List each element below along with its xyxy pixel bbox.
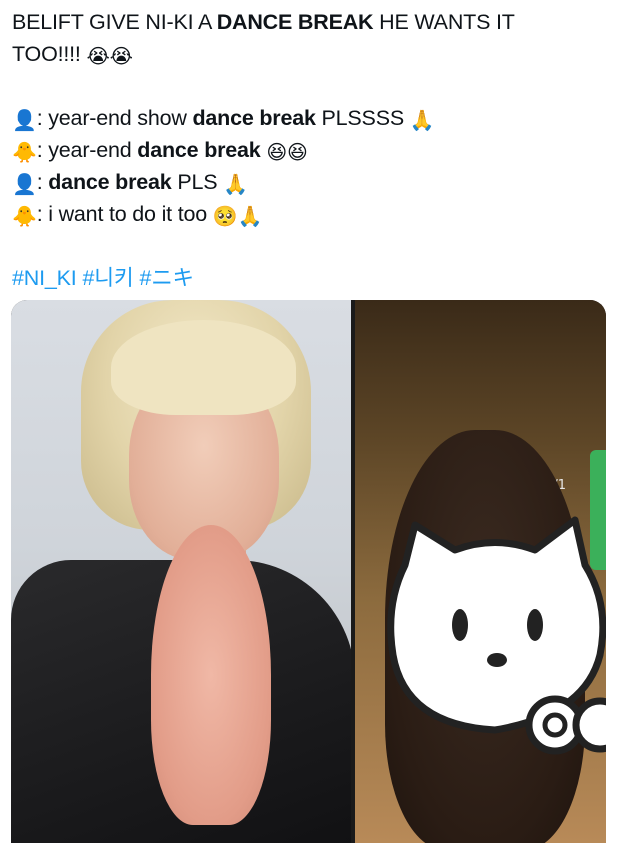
fringe-shape — [111, 320, 296, 415]
video-call-right-pane: 1/1 — [355, 300, 606, 843]
text-bold-segment: DANCE BREAK — [216, 10, 374, 34]
tweet: BELIFT GIVE NI-KI A DANCE BREAK HE WANTS… — [0, 0, 626, 843]
folded-hands-icon: 🙏 — [223, 172, 248, 196]
person-silhouette-icon: 👤 — [12, 108, 37, 132]
baby-chick-icon: 🐥 — [12, 140, 37, 164]
laughing-face-icon: 😆😆 — [266, 140, 308, 164]
text-bold-segment: dance break — [137, 138, 261, 162]
hashtag-link[interactable]: #NI_KI — [12, 266, 77, 290]
folded-hands-icon: 🙏 — [409, 108, 435, 132]
baby-chick-icon: 🐥 — [12, 204, 37, 228]
text-segment: : i want to do it too — [36, 202, 213, 226]
text-bold-segment: dance break — [192, 106, 316, 130]
person-silhouette-icon: 👤 — [12, 172, 37, 196]
hashtag-row: #NI_KI #니키 #ニキ — [12, 262, 612, 294]
tweet-text: BELIFT GIVE NI-KI A DANCE BREAK HE WANTS… — [12, 6, 612, 294]
hashtag-link[interactable]: #ニキ — [139, 266, 194, 290]
cat-sticker-icon — [387, 516, 606, 755]
praying-hands-shape — [151, 525, 271, 825]
pleading-face-icon: 🥺🙏 — [212, 204, 263, 228]
text-segment: PLS — [171, 170, 224, 194]
tweet-line-1: BELIFT GIVE NI-KI A DANCE BREAK HE WANTS… — [12, 6, 612, 38]
text-segment: BELIFT GIVE NI-KI A — [12, 10, 217, 34]
text-segment: : year-end — [36, 138, 138, 162]
tweet-line-2: TOO!!!! 😭😭 — [12, 38, 612, 70]
crying-face-icon: 😭😭 — [86, 44, 133, 68]
dialogue-line-1: 👤: year-end show dance break PLSSSS 🙏 — [12, 102, 612, 134]
text-segment: : year-end show — [36, 106, 193, 130]
text-segment: HE WANTS IT — [373, 10, 515, 34]
text-bold-segment: dance break — [48, 170, 172, 194]
tweet-media-photo[interactable]: 1/1 — [11, 300, 606, 843]
dialogue-line-4: 🐥: i want to do it too 🥺🙏 — [12, 198, 612, 230]
video-call-left-pane — [11, 300, 355, 843]
hashtag-link[interactable]: #니키 — [83, 266, 134, 290]
text-segment: : — [36, 170, 49, 194]
text-segment: PLSSSS — [315, 106, 410, 130]
text-segment: TOO!!!! — [12, 42, 87, 66]
dialogue-line-2: 🐥: year-end dance break 😆😆 — [12, 134, 612, 166]
dialogue-line-3: 👤: dance break PLS 🙏 — [12, 166, 612, 198]
